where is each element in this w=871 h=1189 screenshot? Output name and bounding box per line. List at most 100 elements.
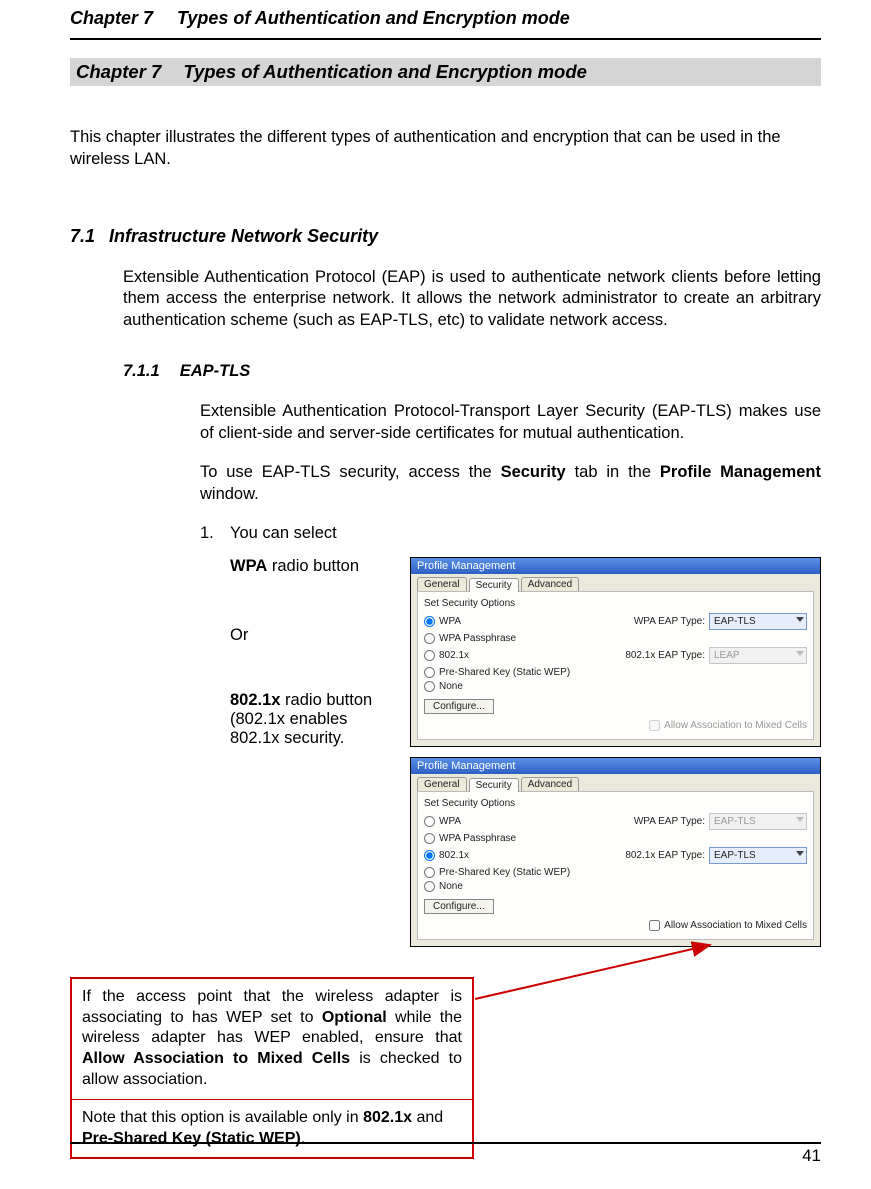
screenshots-column: Profile Management General Security Adva… [410,557,821,957]
combo-value: EAP-TLS [714,816,756,827]
label-wpa-passphrase: WPA Passphrase [439,833,516,844]
bold-wpa: WPA [230,557,267,575]
radio-wpa[interactable] [424,816,435,827]
label-8021x-eap-type: 802.1x EAP Type: [625,650,705,661]
text: To use EAP-TLS security, access the [200,463,501,481]
label-wpa: WPA [439,616,461,627]
bold-8021x: 802.1x [230,691,280,709]
radio-8021x[interactable] [424,650,435,661]
label-psk: Pre-Shared Key (Static WEP) [439,867,570,878]
running-head: Chapter 7 Types of Authentication and Enc… [70,0,821,35]
label-psk: Pre-Shared Key (Static WEP) [439,667,570,678]
section-heading: 7.1 Infrastructure Network Security [70,226,821,247]
bold-profile-management: Profile Management [660,463,821,481]
combo-8021x-eap[interactable]: LEAP [709,647,807,664]
group-label: Set Security Options [424,598,807,609]
label-8021x: 802.1x [439,650,469,661]
tab-general[interactable]: General [417,777,467,791]
combo-wpa-eap[interactable]: EAP-TLS [709,813,807,830]
text: radio button [267,557,359,575]
radio-psk[interactable] [424,667,435,678]
text: . [301,1130,305,1147]
step-text: You can select [230,524,821,543]
security-panel: Set Security Options WPA WPA EAP Type: E… [417,591,814,740]
text: and [412,1109,443,1126]
chapter-intro: This chapter illustrates the different t… [70,126,821,171]
screenshot-8021x: Profile Management General Security Adva… [410,757,821,947]
page-number: 41 [70,1146,821,1166]
subsection-title: EAP-TLS [180,362,251,380]
checkbox-mixed-cells[interactable] [649,720,660,731]
divider [70,38,821,40]
running-head-number: Chapter 7 [70,8,153,29]
running-head-title: Types of Authentication and Encryption m… [177,8,570,28]
label-none: None [439,881,463,892]
text: Note that this option is available only … [82,1109,363,1126]
radio-8021x[interactable] [424,850,435,861]
bold-8021x: 802.1x [363,1109,412,1126]
tab-advanced[interactable]: Advanced [521,577,579,591]
configure-button[interactable]: Configure... [424,699,494,714]
option-8021x: 802.1x radio button (802.1x enables 802.… [230,691,400,748]
label-none: None [439,681,463,692]
radio-psk[interactable] [424,867,435,878]
label-8021x-eap-type: 802.1x EAP Type: [625,850,705,861]
configure-button[interactable]: Configure... [424,899,494,914]
combo-value: LEAP [714,650,740,661]
window-title: Profile Management [411,758,820,774]
combo-wpa-eap[interactable]: EAP-TLS [709,613,807,630]
checkbox-mixed-cells[interactable] [649,920,660,931]
options-text: WPA radio button Or 802.1x radio button … [230,557,410,957]
tab-advanced[interactable]: Advanced [521,777,579,791]
tab-bar: General Security Advanced [411,574,820,591]
subsection-body: Extensible Authentication Protocol-Trans… [200,401,821,506]
chapter-title-bar: Chapter 7 Types of Authentication and Enc… [70,58,821,86]
text: window. [200,485,259,503]
step-number: 1. [200,524,230,543]
label-wpa-eap-type: WPA EAP Type: [634,616,705,627]
section-number: 7.1 [70,226,95,247]
tab-security[interactable]: Security [469,778,519,792]
label-mixed-cells: Allow Association to Mixed Cells [664,720,807,731]
bold-allow-mixed: Allow Association to Mixed Cells [82,1050,350,1067]
screenshot-wpa: Profile Management General Security Adva… [410,557,821,747]
group-label: Set Security Options [424,798,807,809]
options-and-screenshots: WPA radio button Or 802.1x radio button … [230,557,821,957]
label-wpa: WPA [439,816,461,827]
note-paragraph-1: If the access point that the wireless ad… [72,979,472,1100]
text: tab in the [566,463,660,481]
bold-psk: Pre-Shared Key (Static WEP) [82,1130,301,1147]
label-8021x: 802.1x [439,850,469,861]
subsection-p1: Extensible Authentication Protocol-Trans… [200,401,821,445]
bold-optional: Optional [322,1009,387,1026]
combo-value: EAP-TLS [714,850,756,861]
text: radio button [280,691,372,709]
subsection-heading: 7.1.1 EAP-TLS [123,362,821,381]
section-body: Extensible Authentication Protocol (EAP)… [123,267,821,332]
chapter-title: Types of Authentication and Encryption m… [183,61,587,82]
label-wpa-passphrase: WPA Passphrase [439,633,516,644]
radio-wpa-passphrase[interactable] [424,633,435,644]
note-box: If the access point that the wireless ad… [70,977,474,1160]
subsection-number: 7.1.1 [123,362,160,381]
section-title: Infrastructure Network Security [109,226,378,246]
radio-none[interactable] [424,881,435,892]
tab-security[interactable]: Security [469,578,519,592]
radio-wpa-passphrase[interactable] [424,833,435,844]
radio-wpa[interactable] [424,616,435,627]
security-panel: Set Security Options WPA WPA EAP Type: E… [417,791,814,940]
combo-value: EAP-TLS [714,616,756,627]
step-1: 1. You can select [200,524,821,543]
combo-8021x-eap[interactable]: EAP-TLS [709,847,807,864]
window-title: Profile Management [411,558,820,574]
radio-none[interactable] [424,681,435,692]
label-wpa-eap-type: WPA EAP Type: [634,816,705,827]
option-wpa: WPA radio button [230,557,400,576]
chapter-number: Chapter 7 [76,61,161,83]
tab-general[interactable]: General [417,577,467,591]
label-mixed-cells: Allow Association to Mixed Cells [664,920,807,931]
bold-security: Security [501,463,566,481]
subsection-p2: To use EAP-TLS security, access the Secu… [200,462,821,506]
option-or: Or [230,626,400,645]
tab-bar: General Security Advanced [411,774,820,791]
